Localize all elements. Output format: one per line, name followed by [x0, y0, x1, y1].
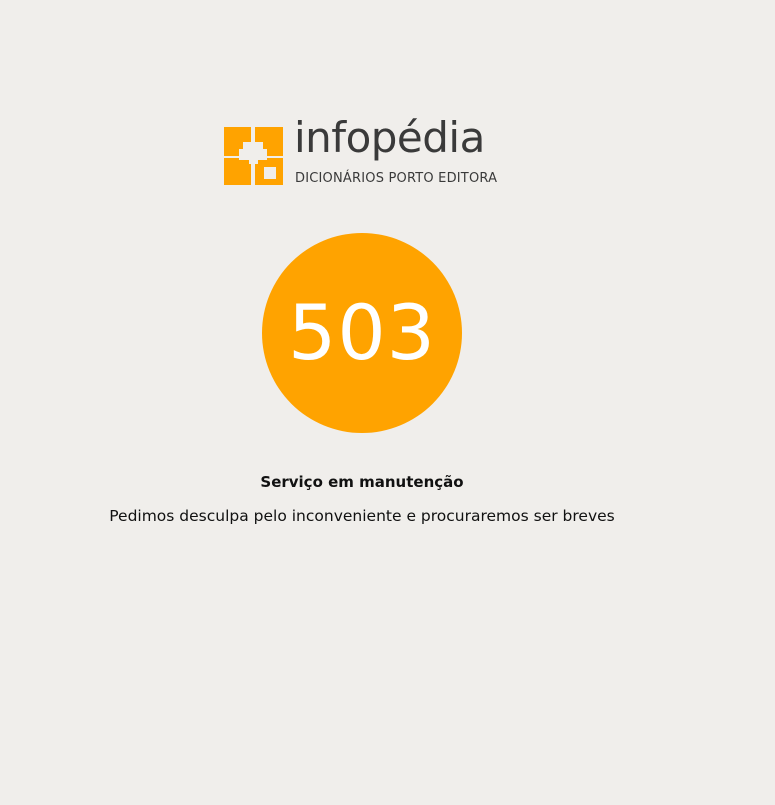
- error-code-badge: 503: [262, 233, 462, 433]
- error-page: infopédia DICIONÁRIOS PORTO EDITORA 503 …: [0, 0, 775, 805]
- infopedia-logo-icon: [224, 127, 283, 185]
- error-code: 503: [287, 288, 437, 377]
- infopedia-logo: infopédia DICIONÁRIOS PORTO EDITORA: [224, 117, 499, 187]
- error-message: Pedimos desculpa pelo inconveniente e pr…: [109, 507, 615, 525]
- logo-wordmark: infopédia: [294, 113, 485, 162]
- logo-subtitle: DICIONÁRIOS PORTO EDITORA: [295, 171, 498, 186]
- page-title: Serviço em manutenção: [260, 473, 464, 491]
